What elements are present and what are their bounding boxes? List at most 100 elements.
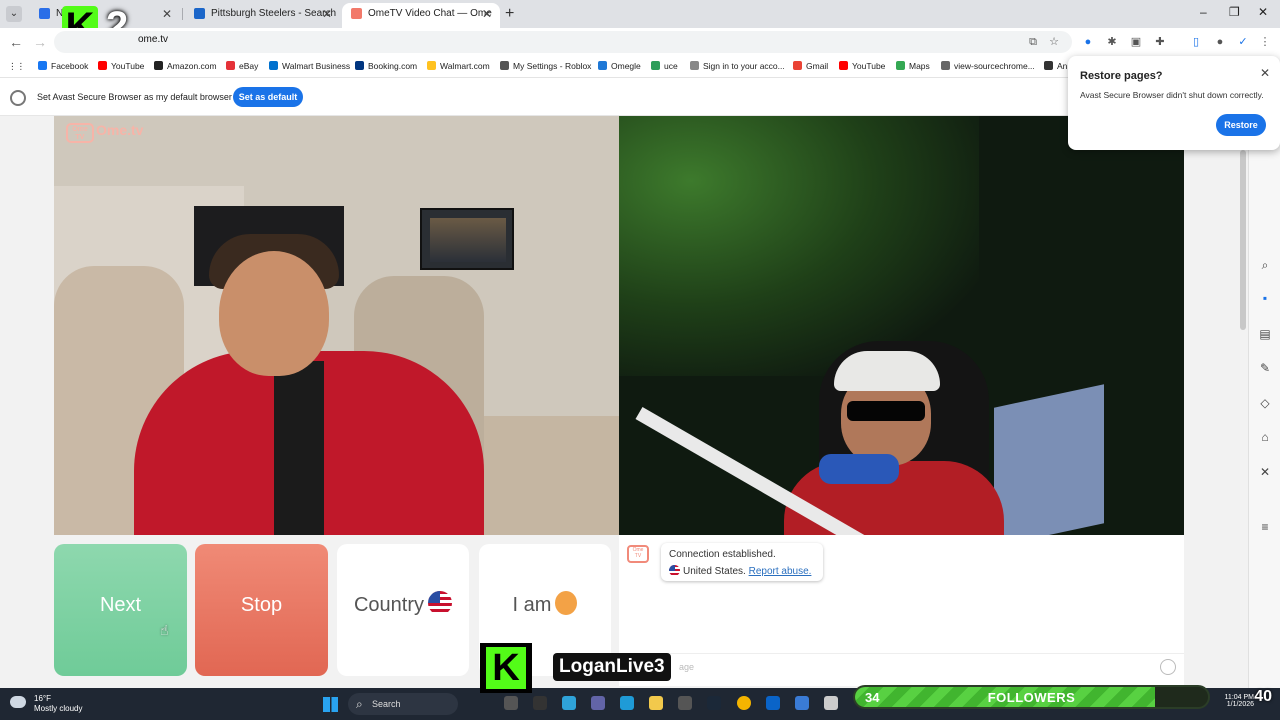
page-scrollbar[interactable] (1240, 150, 1246, 330)
messenger-icon[interactable]: ▪ (1258, 291, 1272, 305)
settings-sliders-icon[interactable]: ≡ (1258, 520, 1272, 534)
weather-condition: Mostly cloudy (34, 704, 83, 713)
apps-icon[interactable]: ⋮⋮ (8, 61, 25, 72)
store-icon[interactable] (678, 696, 692, 710)
streamer-username: LoganLive3 (553, 653, 671, 681)
url-text[interactable]: ome.tv (138, 34, 168, 45)
extension-icon[interactable]: ✱ (1106, 36, 1118, 48)
bookmark-label: Walmart.com (440, 61, 490, 71)
browser-side-panel: ⌕ ▪ ▤ ✎ ◇ ⌂ ✕ ≡ (1248, 116, 1280, 688)
search-panel-icon[interactable]: ⌕ (1258, 258, 1272, 272)
tab-close-icon[interactable]: ✕ (482, 3, 492, 25)
outlook-icon[interactable] (766, 696, 780, 710)
bookmark-label: An (1057, 61, 1068, 71)
youtube-icon (98, 61, 107, 70)
default-browser-text: Set Avast Secure Browser as my default b… (37, 92, 232, 102)
bookmark-label: Booking.com (368, 61, 418, 71)
walmart-spark-icon (427, 61, 436, 70)
bookmark-gmail[interactable]: Gmail (793, 61, 828, 71)
restore-button[interactable]: Restore (1216, 114, 1266, 136)
file-explorer-icon[interactable] (649, 696, 663, 710)
minimize-icon[interactable]: – (1200, 5, 1207, 19)
bookmark-star-icon[interactable]: ☆ (1048, 36, 1060, 48)
chrome-icon[interactable] (737, 696, 751, 710)
wall-picture (420, 208, 514, 270)
country-button[interactable]: Country (337, 544, 469, 676)
bookmark-uce[interactable]: uce (651, 61, 678, 71)
security-icon[interactable]: ✓ (1237, 36, 1249, 48)
copilot-icon[interactable] (562, 696, 576, 710)
sidebar-toggle-icon[interactable]: ▯ (1190, 36, 1202, 48)
shirt (274, 361, 324, 535)
bing-icon (194, 8, 205, 19)
stop-button[interactable]: Stop (195, 544, 328, 676)
bookmark-walmart[interactable]: Walmart.com (427, 61, 490, 71)
emoji-icon[interactable] (1160, 659, 1176, 675)
close-popup-icon[interactable]: ✕ (1260, 66, 1270, 80)
screen: ⌄ NF ✕ Pittsburgh Steelers - Search ✕ Om… (0, 0, 1280, 720)
bookmark-youtube-2[interactable]: YouTube (839, 61, 885, 71)
chat-panel: Ome TV Connection established. United Sta… (619, 535, 1184, 686)
message-input[interactable]: age (619, 653, 1184, 679)
next-button[interactable]: Next (54, 544, 187, 676)
restore-pages-popup: Restore pages? ✕ Avast Secure Browser di… (1068, 56, 1280, 150)
app-icon[interactable] (795, 696, 809, 710)
install-app-icon[interactable]: ⧉ (1027, 36, 1039, 48)
app-icon[interactable] (533, 696, 547, 710)
gamepad-icon[interactable]: ⌂ (1258, 430, 1272, 444)
tab-steelers-search[interactable]: Pittsburgh Steelers - Search ✕ (185, 3, 340, 28)
roblox-icon (500, 61, 509, 70)
edge-icon[interactable] (620, 696, 634, 710)
maximize-icon[interactable]: ❐ (1229, 5, 1240, 19)
back-icon[interactable]: ← (9, 34, 23, 50)
tab-search-button[interactable]: ⌄ (6, 6, 22, 22)
puzzle-icon[interactable]: ✚ (1154, 36, 1166, 48)
tools-icon[interactable]: ✕ (1258, 465, 1272, 479)
new-tab-icon[interactable]: + (505, 5, 514, 23)
extension-icon[interactable]: ● (1082, 36, 1094, 48)
notes-icon[interactable]: ▤ (1258, 327, 1272, 341)
app-icon[interactable] (824, 696, 838, 710)
bookmark-label: Sign in to your acco... (703, 61, 785, 71)
forward-icon[interactable]: → (33, 34, 47, 50)
bookmark-sign-in[interactable]: Sign in to your acco... (690, 61, 785, 71)
bookmark-label: Facebook (51, 61, 89, 71)
tag-icon[interactable]: ◇ (1258, 396, 1272, 410)
tab-close-icon[interactable]: ✕ (162, 3, 172, 25)
teams-icon[interactable] (591, 696, 605, 710)
taskbar-search[interactable]: Search (348, 693, 458, 715)
stop-label: Stop (240, 594, 283, 616)
connection-status: Connection established. (669, 549, 776, 560)
bookmark-ebay[interactable]: eBay (226, 61, 258, 71)
steam-icon[interactable] (707, 696, 721, 710)
bookmark-an[interactable]: An (1044, 61, 1067, 71)
menu-icon[interactable]: ⋮ (1259, 36, 1271, 48)
bookmark-maps[interactable]: Maps (896, 61, 930, 71)
address-bar[interactable] (54, 31, 1072, 53)
extension-icon[interactable]: ▣ (1130, 36, 1142, 48)
person-face (219, 251, 329, 376)
bookmark-facebook[interactable]: Facebook (38, 61, 88, 71)
ometv-favicon (351, 8, 362, 19)
report-abuse-link[interactable]: Report abuse. (749, 566, 812, 577)
youtube-icon (839, 61, 848, 70)
bookmark-label: eBay (239, 61, 259, 71)
profile-icon[interactable]: ● (1214, 36, 1226, 48)
edit-icon[interactable]: ✎ (1258, 361, 1272, 375)
task-view-icon[interactable] (504, 696, 518, 710)
tab-close-icon[interactable]: ✕ (322, 3, 332, 25)
ometv-logo: Ome TV Ome.tv (66, 122, 143, 143)
bookmark-amazon[interactable]: Amazon.com (154, 61, 217, 71)
close-window-icon[interactable]: ✕ (1258, 5, 1268, 19)
windows-start-icon[interactable] (323, 697, 338, 712)
bookmark-view-source[interactable]: view-sourcechrome... (941, 61, 1035, 71)
bookmark-walmart-business[interactable]: Walmart Business (269, 61, 350, 71)
gender-label: I am (512, 594, 552, 616)
tab-ometv[interactable]: OmeTV Video Chat — Ome ✕ (342, 3, 500, 28)
set-as-default-button[interactable]: Set as default (233, 87, 303, 107)
bookmark-youtube[interactable]: YouTube (98, 61, 144, 71)
followers-goal-bar: 34 FOLLOWERS (853, 685, 1210, 709)
bookmark-omegle[interactable]: Omegle (598, 61, 641, 71)
bookmark-booking[interactable]: Booking.com (355, 61, 417, 71)
bookmark-roblox[interactable]: My Settings - Roblox (500, 61, 591, 71)
